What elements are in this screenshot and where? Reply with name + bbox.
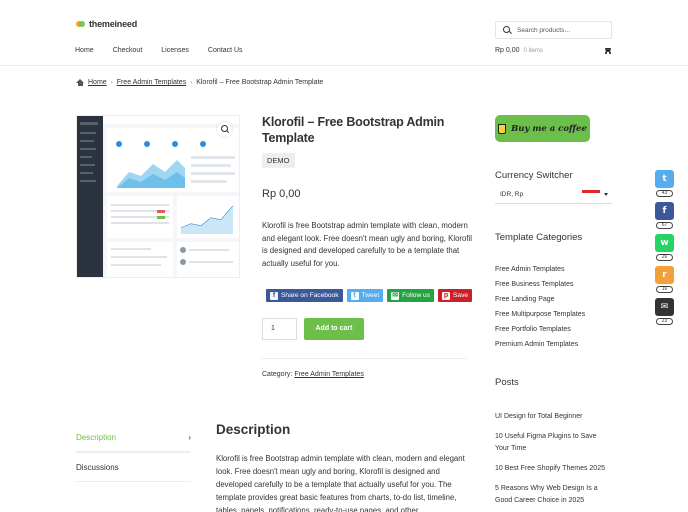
search-input[interactable] — [517, 26, 607, 34]
post-link[interactable]: 5 Reasons Why Web Design Is a Good Caree… — [495, 483, 607, 509]
email-share-icon[interactable]: ✉ — [655, 298, 674, 316]
buy-me-a-coffee-button[interactable]: Buy me a coffee — [495, 115, 590, 142]
home-icon — [76, 79, 84, 86]
search-box — [495, 21, 612, 39]
twitter-share-count: 43 — [656, 190, 673, 197]
logo-text: themeineed — [89, 19, 138, 29]
category-item[interactable]: Free Portfolio Templates — [495, 326, 585, 341]
breadcrumb: Home › Free Admin Templates › Klorofil –… — [76, 79, 323, 86]
cart-icon — [604, 47, 612, 54]
nav-home[interactable]: Home — [75, 47, 94, 54]
nav-licenses[interactable]: Licenses — [161, 47, 189, 54]
email-icon: ✉ — [391, 291, 400, 300]
floating-share-bar: t 43 f 67 w 26 r 16 ✉ 23 — [655, 170, 675, 330]
search-icon[interactable] — [503, 25, 512, 35]
currency-value: IDR, Rp — [500, 191, 524, 198]
category-item[interactable]: Free Business Templates — [495, 281, 585, 296]
tab-discussions-label: Discussions — [76, 462, 119, 472]
follow-email-button[interactable]: ✉ Follow us — [387, 289, 435, 302]
category-item[interactable]: Premium Admin Templates — [495, 341, 585, 356]
pinterest-icon: p — [442, 291, 451, 300]
facebook-share-icon[interactable]: f — [655, 202, 674, 220]
rss-share-icon[interactable]: r — [655, 266, 674, 284]
product-price: Rp 0,00 — [262, 188, 301, 200]
twitter-icon: t — [350, 291, 359, 300]
coffee-cup-icon — [498, 123, 507, 134]
description-body: Klorofil is free Bootstrap admin templat… — [216, 454, 465, 512]
site-header: themeineed Home Checkout Licenses Contac… — [0, 0, 688, 66]
product-tabs: Description › Discussions — [76, 424, 191, 482]
twitter-share-icon[interactable]: t — [655, 170, 674, 188]
product-short-description: Klorofil is free Bootstrap admin templat… — [262, 221, 472, 268]
category-item[interactable]: Free Landing Page — [495, 296, 585, 311]
caret-down-icon — [604, 193, 608, 196]
post-link[interactable]: 10 Best Free Shopify Themes 2025 — [495, 463, 607, 483]
coffee-label: Buy me a coffee — [511, 123, 587, 134]
post-link[interactable]: 10 Useful Figma Plugins to Save Your Tim… — [495, 431, 607, 463]
breadcrumb-separator: › — [190, 79, 193, 86]
add-to-cart-button[interactable]: Add to cart — [304, 318, 364, 340]
main-nav: Home Checkout Licenses Contact Us — [75, 47, 262, 54]
zoom-icon[interactable] — [217, 122, 232, 137]
demo-button[interactable]: DEMO — [262, 153, 295, 168]
breadcrumb-parent[interactable]: Free Admin Templates — [117, 79, 187, 86]
email-share-count: 23 — [656, 318, 673, 325]
tab-discussions[interactable]: Discussions — [76, 453, 191, 482]
tab-description[interactable]: Description › — [76, 424, 191, 453]
facebook-icon: f — [270, 291, 278, 300]
category-item[interactable]: Free Multipurpose Templates — [495, 311, 585, 326]
breadcrumb-home[interactable]: Home — [88, 79, 107, 86]
product-category: Category: Free Admin Templates — [262, 371, 364, 378]
whatsapp-share-icon[interactable]: w — [655, 234, 674, 252]
currency-select[interactable]: IDR, Rp — [495, 186, 612, 204]
share-buttons: f Share on Facebook t Tweet ✉ Follow us … — [266, 289, 473, 302]
category-item[interactable]: Free Admin Templates — [495, 266, 585, 281]
site-logo[interactable]: themeineed — [76, 19, 137, 29]
save-pinterest-label: Save — [453, 292, 469, 299]
cart-link[interactable]: Rp 0,00 0 items — [495, 47, 612, 54]
currency-heading: Currency Switcher — [495, 170, 573, 181]
post-link[interactable]: UI Design for Total Beginner — [495, 411, 607, 431]
divider — [262, 358, 467, 359]
share-twitter-button[interactable]: t Tweet — [346, 289, 384, 302]
nav-checkout[interactable]: Checkout — [113, 47, 143, 54]
description-heading: Description — [216, 422, 291, 437]
rss-share-count: 16 — [656, 286, 673, 293]
logo-icon — [76, 20, 86, 28]
category-link[interactable]: Free Admin Templates — [294, 371, 364, 378]
cart-items-count: 0 items — [523, 47, 543, 54]
post-list: UI Design for Total Beginner 10 Useful F… — [495, 411, 607, 509]
category-list: Free Admin Templates Free Business Templ… — [495, 266, 585, 356]
cart-price: Rp 0,00 — [495, 47, 520, 54]
share-facebook-button[interactable]: f Share on Facebook — [266, 289, 343, 302]
admin-template-preview-image — [77, 116, 239, 277]
whatsapp-share-count: 26 — [656, 254, 673, 261]
breadcrumb-separator: › — [110, 79, 113, 86]
quantity-input[interactable]: 1 — [262, 318, 297, 340]
share-twitter-label: Tweet — [361, 292, 380, 299]
product-title: Klorofil – Free Bootstrap Admin Template — [262, 115, 445, 145]
save-pinterest-button[interactable]: p Save — [438, 289, 473, 302]
breadcrumb-current: Klorofil – Free Bootstrap Admin Template — [196, 79, 324, 86]
categories-heading: Template Categories — [495, 232, 583, 243]
product-image[interactable] — [76, 115, 240, 278]
tab-description-label: Description — [76, 433, 117, 442]
share-facebook-label: Share on Facebook — [281, 292, 339, 299]
chevron-right-icon: › — [188, 433, 191, 442]
posts-heading: Posts — [495, 377, 519, 388]
indonesia-flag-icon — [582, 190, 600, 196]
nav-contact-us[interactable]: Contact Us — [208, 47, 243, 54]
category-label: Category: — [262, 371, 293, 378]
facebook-share-count: 67 — [656, 222, 673, 229]
follow-email-label: Follow us — [402, 292, 431, 299]
